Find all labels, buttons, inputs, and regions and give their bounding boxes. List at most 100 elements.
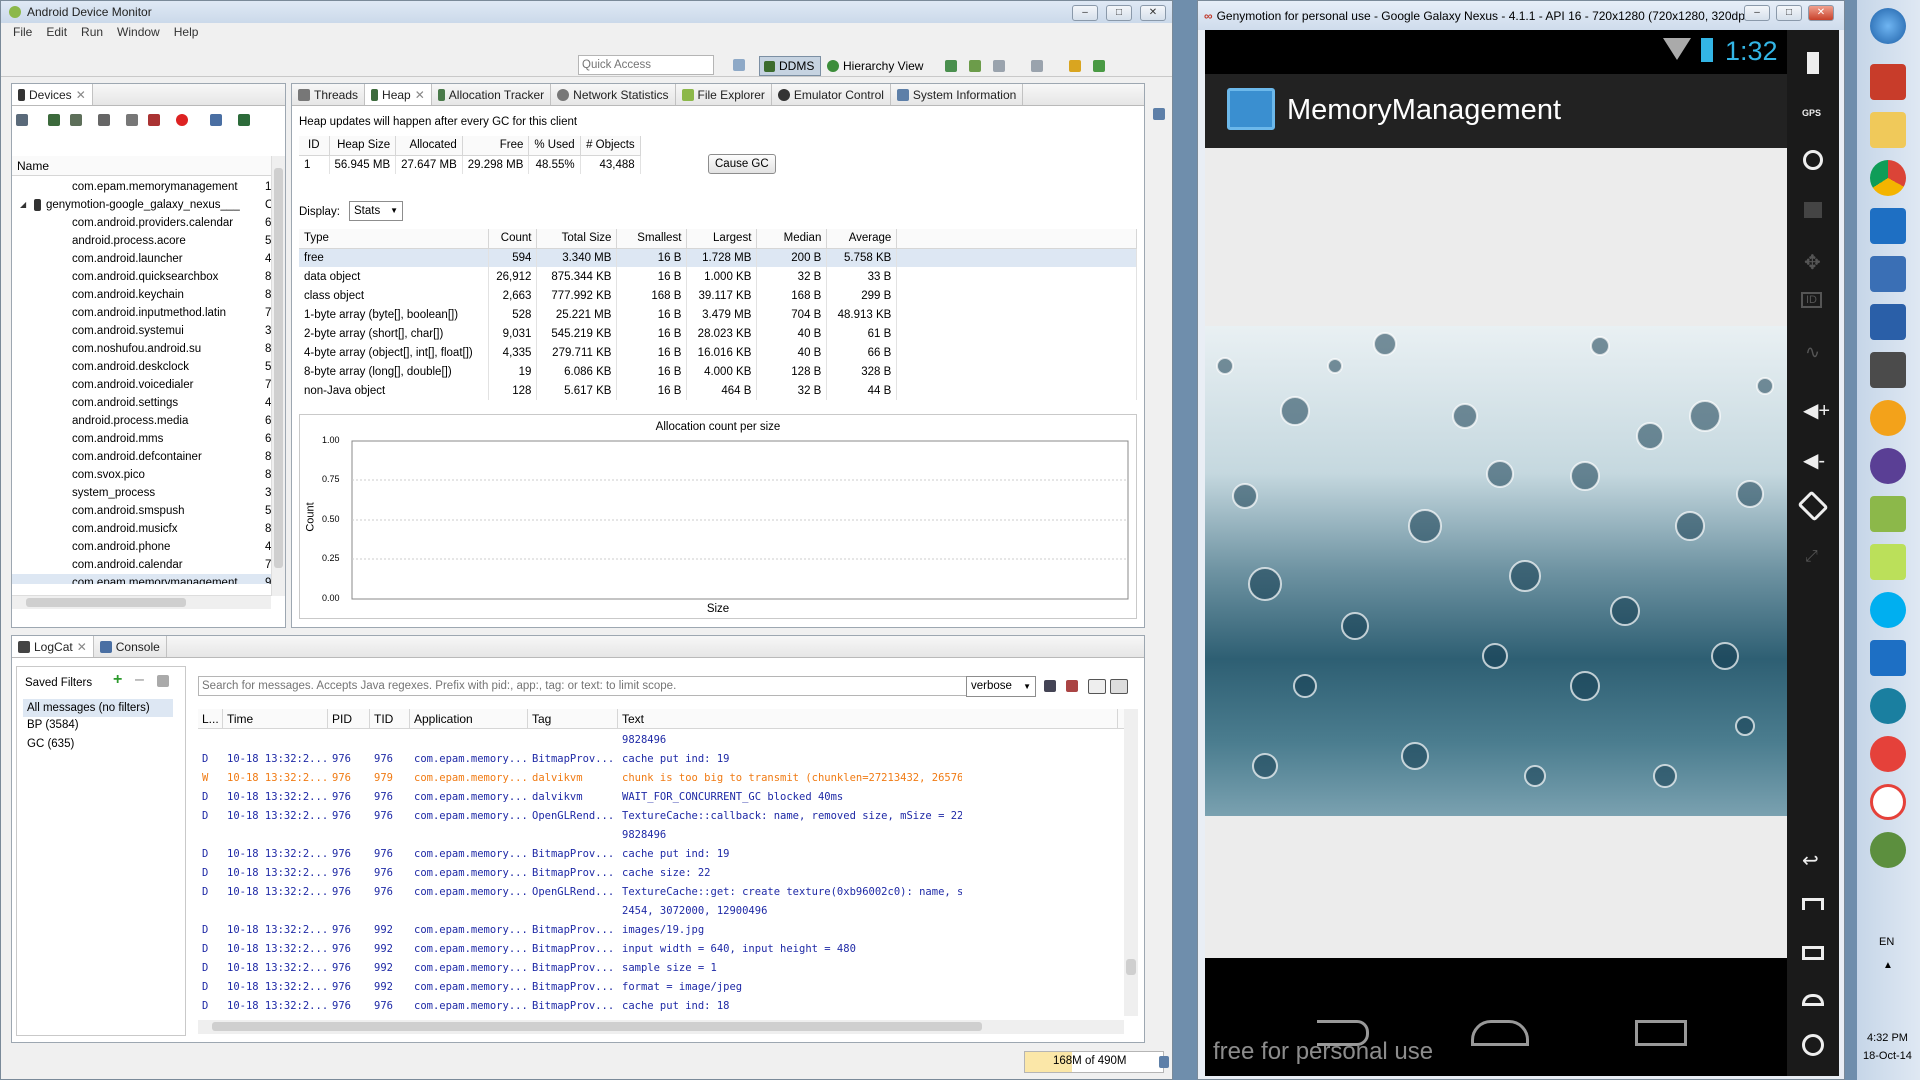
gps-widget-icon[interactable]: GPS (1802, 108, 1821, 118)
tool-icon[interactable] (993, 60, 1005, 72)
stats-row[interactable]: 2-byte array (short[], char[]) 9,031 545.2… (299, 324, 1137, 343)
stats-column-header[interactable]: Median (756, 229, 828, 249)
rotate-icon[interactable] (1797, 490, 1829, 522)
log-row[interactable]: D 10-18 13:32:2... 976 992 com.epam.memory..… (198, 978, 1132, 997)
view-menu-icon[interactable] (1153, 108, 1165, 120)
log-row[interactable]: D 10-18 13:32:2... 976 992 com.epam.memory..… (198, 921, 1132, 940)
video-widget-icon[interactable] (1804, 202, 1822, 218)
stats-row[interactable]: non-Java object 128 5.617 KB 16 B 464 B 32 B4… (299, 381, 1137, 400)
log-column-header[interactable]: Text (618, 709, 1118, 729)
close-tab-icon[interactable]: ✕ (76, 88, 86, 102)
log-vscrollbar[interactable] (1124, 709, 1138, 1016)
expand-icon[interactable]: ◢ (20, 196, 26, 214)
process-row[interactable]: android.process.acore51 (12, 232, 271, 250)
stats-row[interactable]: class object 2,663 777.992 KB 168 B 39.117 K… (299, 286, 1137, 305)
log-row[interactable]: D 10-18 13:32:2... 976 976 com.epam.memory..… (198, 807, 1132, 826)
filter-all-messages[interactable]: All messages (no filters) (23, 699, 173, 717)
home-nav-icon[interactable] (1471, 1020, 1529, 1046)
process-row[interactable]: android.process.media62 (12, 412, 271, 430)
run-icon[interactable] (1093, 60, 1105, 72)
warning-icon[interactable] (1870, 400, 1906, 436)
log-row[interactable]: D 10-18 13:32:2... 976 976 com.epam.memory..… (198, 883, 1132, 902)
chrome-icon[interactable] (1870, 160, 1906, 196)
outlook-icon[interactable] (1870, 208, 1906, 244)
process-row[interactable]: com.android.defcontainer81 (12, 448, 271, 466)
monitor-icon[interactable] (1870, 832, 1906, 868)
toggle-filters-icon[interactable] (1088, 679, 1106, 694)
close-button[interactable]: ✕ (1140, 5, 1166, 21)
open-perspective-icon[interactable] (733, 59, 745, 71)
scale-icon[interactable]: ⤢ (1805, 548, 1818, 566)
process-row[interactable]: com.svox.pico87 (12, 466, 271, 484)
process-row[interactable]: com.android.launcher47 (12, 250, 271, 268)
camera-widget-icon[interactable] (1803, 150, 1823, 170)
close-tab-icon[interactable]: ✕ (415, 88, 425, 102)
log-row[interactable]: D 10-18 13:32:2... 976 976 com.epam.memory..… (198, 997, 1132, 1016)
process-row[interactable]: com.android.providers.calendar61 (12, 214, 271, 232)
heap-update-icon[interactable] (48, 114, 60, 126)
quick-access-input[interactable] (578, 55, 714, 75)
remove-filter-icon[interactable]: – (135, 671, 144, 689)
tab-emulator-control[interactable]: Emulator Control (772, 84, 891, 105)
log-column-header[interactable]: Application (410, 709, 528, 729)
gc-icon[interactable] (98, 114, 110, 126)
filter-bp[interactable]: BP (3584) (27, 719, 79, 731)
tab-heap[interactable]: Heap ✕ (365, 84, 432, 105)
windows-icon[interactable] (1870, 64, 1906, 100)
stats-column-header[interactable] (896, 229, 1137, 249)
move-widget-icon[interactable]: ✥ (1804, 250, 1821, 275)
stats-row[interactable]: 8-byte array (long[], double[]) 19 6.086 K… (299, 362, 1137, 381)
tab-network-statistics[interactable]: Network Statistics (551, 84, 676, 105)
stats-column-header[interactable]: Total Size (536, 229, 618, 249)
process-row[interactable]: com.epam.memorymanagement97 (12, 574, 271, 584)
log-row[interactable]: D 10-18 13:32:2... 976 976 com.epam.memory..… (198, 845, 1132, 864)
lync-icon[interactable] (1870, 640, 1906, 676)
process-row[interactable]: system_process30 (12, 484, 271, 502)
scroll-lock-icon[interactable] (1110, 679, 1128, 694)
tray-arrow-icon[interactable]: ▲ (1883, 960, 1893, 971)
devices-vscrollbar[interactable] (271, 156, 285, 596)
menu-run[interactable]: Run (81, 25, 103, 39)
clear-log-icon[interactable] (1066, 680, 1078, 692)
stats-column-header[interactable]: Largest (686, 229, 758, 249)
tool-icon[interactable] (1031, 60, 1043, 72)
tab-system-information[interactable]: System Information (891, 84, 1024, 105)
notes-icon[interactable] (1870, 544, 1906, 580)
tab-devices[interactable]: Devices ✕ (12, 84, 93, 105)
recent-button-icon[interactable] (1802, 994, 1824, 1006)
device-row[interactable]: ◢genymotion-google_galaxy_nexus___Or (12, 196, 271, 214)
method-profiling-icon[interactable] (148, 114, 160, 126)
process-row[interactable]: com.android.deskclock56 (12, 358, 271, 376)
eclipse-icon[interactable] (1870, 448, 1906, 484)
log-level-select[interactable]: verbose ▼ (966, 676, 1036, 697)
stats-column-header[interactable]: Type (299, 229, 490, 249)
android-screen[interactable]: 1:32 MemoryManagement free for personal … (1205, 30, 1787, 1076)
threads-update-icon[interactable] (126, 114, 138, 126)
display-select[interactable]: Stats ▼ (349, 201, 403, 221)
save-icon[interactable] (1044, 680, 1056, 692)
log-row[interactable]: D 10-18 13:32:2... 976 992 com.epam.memory..… (198, 959, 1132, 978)
cause-gc-button[interactable]: Cause GC (708, 154, 776, 174)
process-row[interactable]: com.android.calendar77 (12, 556, 271, 574)
process-row[interactable]: com.android.voicedialer76 (12, 376, 271, 394)
maximize-button[interactable]: □ (1776, 5, 1802, 21)
calculator-icon[interactable] (1870, 304, 1906, 340)
back-arrow-icon[interactable] (1069, 60, 1081, 72)
stats-row[interactable]: 1-byte array (byte[], boolean[]) 528 25.22… (299, 305, 1137, 324)
systrace-icon[interactable] (238, 114, 250, 126)
hierarchy-view-button[interactable]: Hierarchy View (827, 56, 923, 76)
log-column-header[interactable]: PID (328, 709, 370, 729)
save-icon[interactable] (1870, 256, 1906, 292)
explorer-icon[interactable] (1870, 112, 1906, 148)
process-row[interactable]: com.android.musicfx84 (12, 520, 271, 538)
log-row[interactable]: D 10-18 13:32:2... 976 976 com.epam.memory..… (198, 750, 1132, 769)
genymotion-icon[interactable] (1870, 736, 1906, 772)
start-button-icon[interactable] (1870, 8, 1906, 44)
tool-icon[interactable] (969, 60, 981, 72)
add-filter-icon[interactable]: + (113, 671, 122, 689)
tab-console[interactable]: Console (94, 636, 167, 657)
screen-capture-icon[interactable] (210, 114, 222, 126)
edit-filter-icon[interactable] (157, 675, 169, 687)
process-row[interactable]: com.android.keychain83 (12, 286, 271, 304)
log-row[interactable]: 9828496 (198, 826, 1132, 845)
